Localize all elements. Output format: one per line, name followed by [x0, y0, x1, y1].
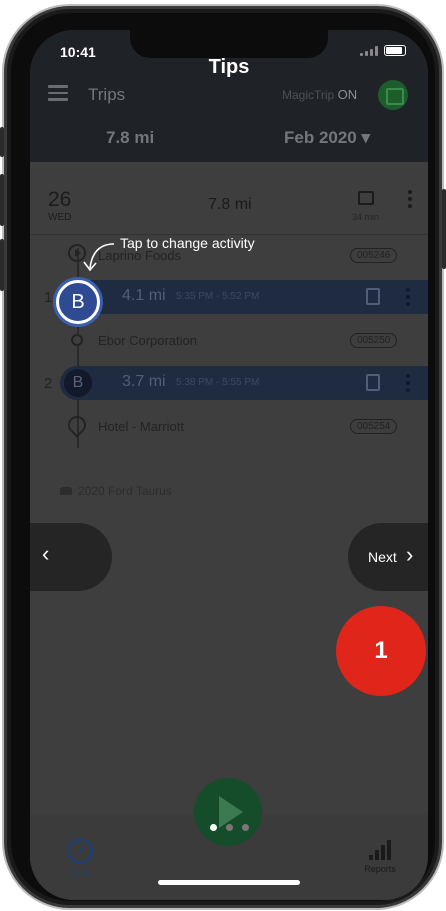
power-button: [442, 189, 446, 269]
speedometer-icon: [67, 838, 93, 864]
stop-code: 005250: [350, 333, 398, 348]
menu-icon[interactable]: [48, 85, 68, 105]
magictrip-icon-button[interactable]: [378, 80, 408, 110]
trip-time: 5:35 PM - 5:52 PM: [176, 291, 260, 302]
tab-trips-label: Trips: [70, 868, 90, 878]
app-screen: Trips MagicTrip ON 7.8 mi Feb 2020 ▾ 10:…: [30, 30, 428, 900]
stop-name: Hotel - Marriott: [98, 419, 184, 434]
stop-name: Ebor Corporation: [98, 333, 197, 348]
page-dot: [242, 824, 249, 831]
day-weekday: WED: [48, 212, 72, 223]
activity-badge[interactable]: B: [64, 369, 92, 397]
tab-reports[interactable]: Reports: [360, 838, 400, 874]
day-distance: 7.8 mi: [208, 196, 252, 213]
car-icon: [60, 487, 72, 495]
summary-distance: 7.8 mi: [106, 128, 155, 147]
volume-up-button: [0, 174, 4, 226]
day-duration: 34 min: [352, 212, 380, 222]
vehicle-name: 2020 Ford Taurus: [78, 484, 172, 498]
trip-more-icon[interactable]: [406, 374, 410, 395]
tab-reports-label: Reports: [364, 864, 396, 874]
document-icon[interactable]: [366, 288, 380, 305]
period-selector[interactable]: Feb 2020 ▾: [284, 128, 370, 148]
stop-code: 005246: [350, 248, 398, 263]
tips-title: Tips: [208, 56, 250, 78]
trip-more-icon[interactable]: [406, 288, 410, 309]
bar-chart-icon: [360, 838, 400, 860]
previous-tip-button[interactable]: ‹: [30, 523, 112, 591]
chevron-right-icon: ›: [406, 542, 414, 567]
device-notch: [130, 30, 328, 58]
magictrip-label: MagicTrip: [282, 88, 335, 102]
home-indicator: [158, 880, 300, 885]
page-dot-active: [210, 824, 217, 831]
document-icon[interactable]: [366, 374, 380, 391]
status-icons: [360, 45, 406, 56]
stop-dot-icon: [71, 334, 83, 346]
trip-index: 2: [44, 375, 53, 392]
next-label: Next: [368, 549, 397, 565]
step-number-badge: 1: [336, 606, 426, 696]
trip-distance: 4.1 mi: [122, 287, 166, 304]
page-dot: [226, 824, 233, 831]
day-number: 26: [48, 188, 72, 211]
trip-row[interactable]: B 4.1 mi 5:35 PM - 5:52 PM: [60, 280, 428, 314]
magictrip-toggle-label[interactable]: MagicTrip ON: [282, 87, 357, 102]
day-summary-row[interactable]: 26 WED 7.8 mi 34 min: [30, 182, 428, 232]
mute-switch: [0, 127, 4, 157]
trip-distance: 3.7 mi: [122, 373, 166, 390]
header-nav-label: Trips: [88, 85, 126, 104]
trip-index: 1: [44, 289, 53, 306]
tip-text: Tap to change activity: [120, 235, 255, 251]
magictrip-state: ON: [337, 87, 358, 102]
next-tip-button[interactable]: Next ›: [348, 523, 428, 591]
stop-code: 005254: [350, 419, 398, 434]
start-trip-button[interactable]: [194, 778, 262, 846]
tip-page-indicator: [210, 824, 249, 831]
tab-trips[interactable]: Trips: [60, 838, 100, 878]
highlighted-activity-badge[interactable]: B: [56, 280, 100, 324]
chevron-left-icon: ‹: [42, 541, 50, 566]
trip-row[interactable]: B 3.7 mi 5:38 PM - 5:55 PM: [60, 366, 428, 400]
map-duration-icon: [358, 191, 374, 205]
day-more-icon[interactable]: [408, 190, 412, 211]
vehicle-label: 2020 Ford Taurus: [60, 484, 172, 498]
location-pin-icon: [64, 412, 90, 438]
battery-icon: [384, 45, 406, 56]
volume-down-button: [0, 239, 4, 291]
trip-time: 5:38 PM - 5:55 PM: [176, 377, 260, 388]
signal-icon: [360, 45, 378, 56]
tip-arrow-icon: [83, 243, 115, 272]
